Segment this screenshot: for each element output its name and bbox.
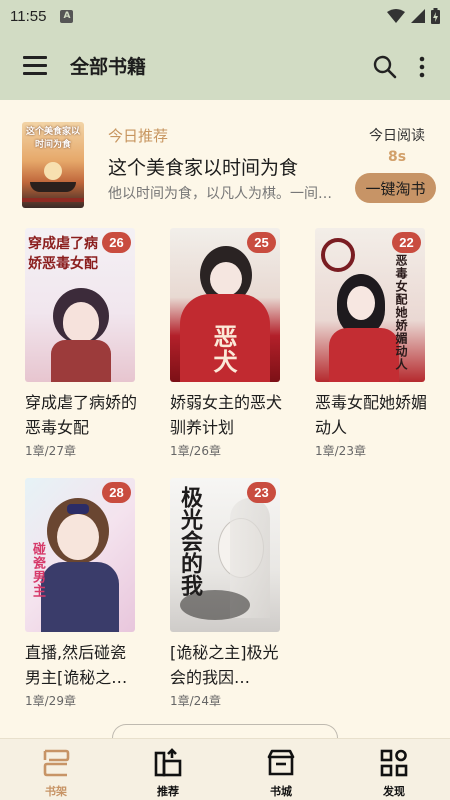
recommend-icon: [154, 748, 182, 777]
unread-count-badge: 28: [102, 482, 131, 503]
book-item[interactable]: 恶毒女配她娇媚动人 22 恶毒女配她娇媚动人 1章/23章: [315, 228, 427, 459]
book-cover[interactable]: 极光会的我 23: [170, 478, 280, 632]
more-options-icon[interactable]: [414, 54, 430, 80]
nav-label: 发现: [383, 785, 405, 798]
find-books-button[interactable]: 一键淘书: [355, 173, 436, 203]
status-bar: 11:55 A: [0, 0, 450, 32]
book-title: [诡秘之主]极光会的我因…: [170, 643, 279, 687]
today-book-title[interactable]: 这个美食家以时间为食: [108, 153, 298, 180]
menu-icon[interactable]: [23, 56, 47, 76]
unread-count-badge: 22: [392, 232, 421, 253]
book-title: 直播,然后碰瓷男主[诡秘之…: [25, 643, 128, 687]
nav-item-recommend[interactable]: 推荐: [112, 739, 224, 800]
book-item[interactable]: 恶犬 25 娇弱女主的恶犬驯养计划 1章/26章: [170, 228, 282, 459]
bookstore-icon: [267, 749, 295, 776]
book-title: 娇弱女主的恶犬驯养计划: [170, 393, 282, 437]
book-cover-title: 极光会的我: [177, 486, 203, 596]
today-book-intro: 他以时间为食，以凡人为棋。一间…: [108, 186, 332, 202]
page-title: 全部书籍: [70, 56, 147, 78]
search-icon[interactable]: [372, 54, 398, 80]
today-reading-time: 8s: [387, 149, 407, 165]
book-item[interactable]: 穿成虐了病娇恶毒女配 26 穿成虐了病娇的恶毒女配 1章/27章: [25, 228, 137, 459]
nav-item-bookstore[interactable]: 书城: [225, 739, 337, 800]
nav-label: 书架: [45, 785, 67, 798]
today-reading-label: 今日阅读: [369, 128, 425, 144]
book-cover[interactable]: 恶毒女配她娇媚动人 22: [315, 228, 425, 382]
book-cover[interactable]: 恶犬 25: [170, 228, 280, 382]
nav-label: 推荐: [157, 785, 179, 798]
book-title: 穿成虐了病娇的恶毒女配: [25, 393, 137, 437]
book-title: 恶毒女配她娇媚动人: [315, 393, 427, 437]
today-book-cover[interactable]: 这个美食家以时间为食: [22, 122, 84, 208]
notification-icon: A: [60, 9, 74, 23]
battery-icon: [431, 8, 440, 24]
app-bar: 全部书籍: [0, 32, 450, 100]
nav-item-bookshelf[interactable]: 书架: [0, 739, 112, 800]
bookshelf-icon: [43, 749, 70, 777]
bottom-navigation: 书架 推荐 书城 发现: [0, 738, 450, 800]
book-cover[interactable]: 碰瓷男主 28: [25, 478, 135, 632]
status-icons: [387, 8, 440, 24]
book-progress: 1章/23章: [315, 444, 366, 458]
discover-icon: [380, 749, 408, 777]
book-progress: 1章/26章: [170, 444, 221, 458]
book-progress: 1章/29章: [25, 694, 76, 708]
signal-icon: [411, 9, 425, 23]
today-cover-title: 这个美食家以时间为食: [25, 127, 80, 150]
book-cover-title: 穿成虐了病娇恶毒女配: [28, 236, 98, 272]
book-cover-title: 恶毒女配她娇媚动人: [394, 254, 408, 371]
book-item[interactable]: 极光会的我 23 [诡秘之主]极光会的我因… 1章/24章: [170, 478, 282, 709]
book-cover[interactable]: 穿成虐了病娇恶毒女配 26: [25, 228, 135, 382]
nav-label: 书城: [270, 785, 292, 798]
wifi-icon: [387, 9, 405, 23]
book-progress: 1章/24章: [170, 694, 221, 708]
book-cover-title: 碰瓷男主: [30, 542, 45, 598]
status-time: 11:55: [10, 7, 47, 25]
book-progress: 1章/27章: [25, 444, 76, 458]
today-recommend-card[interactable]: 这个美食家以时间为食 今日推荐 这个美食家以时间为食 他以时间为食，以凡人为棋。…: [0, 100, 450, 212]
unread-count-badge: 23: [247, 482, 276, 503]
nav-item-discover[interactable]: 发现: [338, 739, 450, 800]
book-cover-title: 恶犬: [209, 324, 238, 374]
unread-count-badge: 26: [102, 232, 131, 253]
unread-count-badge: 25: [247, 232, 276, 253]
book-item[interactable]: 碰瓷男主 28 直播,然后碰瓷男主[诡秘之… 1章/29章: [25, 478, 137, 709]
today-recommend-label: 今日推荐: [108, 127, 169, 145]
